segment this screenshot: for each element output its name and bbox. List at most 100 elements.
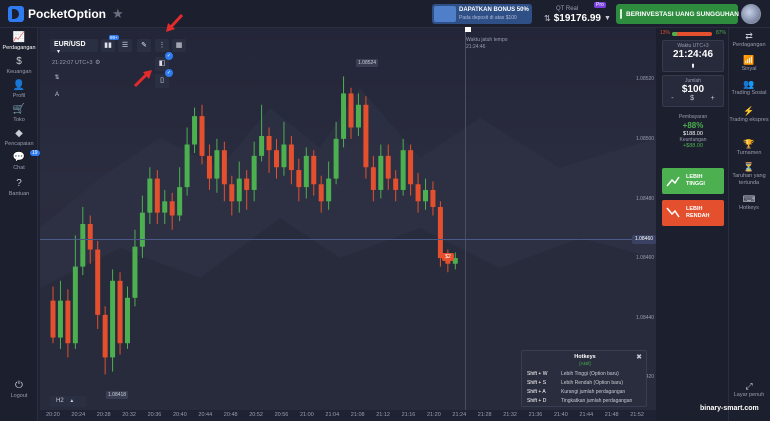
lower-button[interactable]: LEBIH RENDAH — [662, 200, 724, 226]
promo-image — [434, 6, 456, 22]
candle-body — [341, 93, 347, 139]
chart-type-button[interactable]: ▮▮ — [101, 39, 115, 52]
hotkey-desc: Lebih Rendah (Option baru) — [561, 380, 623, 386]
fullscreen-icon: ⤢ — [745, 381, 753, 391]
timeframe-toggle-button[interactable]: ⇅ — [51, 73, 63, 84]
timeframe-selector[interactable]: H2 ▲ — [50, 396, 86, 407]
time-axis-label: 21:28 — [477, 412, 492, 418]
sidebar-item-logout[interactable]: ⏻ Logout — [0, 380, 38, 399]
candle-body — [125, 297, 130, 344]
amount-decrease-button[interactable]: - — [671, 95, 673, 102]
sidebar-item-pencapaian[interactable]: ◆ Pencapaian — [0, 128, 38, 147]
deposit-button[interactable]: BERINVESTASI UANG SUNGGUHAN — [616, 4, 739, 24]
candle-icon: ◧ — [158, 60, 166, 67]
candle-body — [192, 116, 198, 145]
candle-body — [221, 150, 227, 185]
drawing-button[interactable]: ✎ — [137, 39, 151, 52]
expiry-time-field[interactable]: Waktu UTC+3 21:24:46 ▮ — [662, 40, 724, 72]
candle-body — [214, 150, 220, 179]
candle-body — [87, 224, 93, 250]
amount-increase-button[interactable]: + — [711, 95, 715, 102]
label-a-button[interactable]: A — [51, 90, 63, 101]
sidebar-item-label: Toko — [13, 117, 25, 123]
chart-settings-gear-icon[interactable]: ⚙ — [95, 59, 100, 66]
candle-body — [80, 224, 86, 267]
sidebar-item-profil[interactable]: 👤 Profil — [0, 80, 38, 99]
higher-button[interactable]: LEBIH TINGGI — [662, 168, 724, 194]
hotkeys-title: Hotkeys — [574, 354, 596, 360]
amount-field[interactable]: Jumlah $100 - $ + — [662, 75, 724, 107]
time-axis-label: 21:32 — [503, 412, 517, 418]
time-axis-label: 21:36 — [528, 412, 543, 418]
sidebar-item-label: Trading Sosial — [731, 90, 767, 96]
asset-selector[interactable]: EUR/USD ▼ — [50, 39, 98, 55]
indicators-button[interactable]: ⋮ — [155, 39, 169, 52]
price-axis-label: 1.08440 — [636, 315, 655, 321]
sidebar-item-trading-ekspres[interactable]: ⚡ Trading ekspres — [728, 106, 770, 124]
favorite-star-icon[interactable]: ★ — [112, 6, 124, 22]
time-axis-label: 21:00 — [300, 412, 314, 418]
sidebar-item-bantuan[interactable]: ? Bantuan — [0, 178, 38, 197]
currency-button[interactable]: $ — [690, 95, 694, 102]
sidebar-item-perdagangan[interactable]: ⇄ Perdagangan — [728, 31, 770, 49]
candle-body — [400, 150, 406, 190]
higher-label-2: TINGGI — [686, 181, 705, 187]
avatar[interactable] — [741, 4, 761, 24]
close-icon[interactable]: ✖ — [636, 353, 642, 361]
current-price-label: 1.08460 — [632, 235, 656, 244]
wallet-icon — [620, 9, 622, 19]
candle-body — [318, 184, 324, 202]
hotkey-desc: Tingkatkan jumlah perdagangan — [561, 398, 633, 404]
sidebar-item-label: Trading ekspres — [729, 117, 769, 123]
sidebar-item-keuangan[interactable]: $ Keuangan — [0, 56, 38, 75]
payout-info: Pembayaran +88% $188.00 Keuntungan +$88.… — [662, 114, 724, 149]
candle-body — [177, 187, 183, 216]
candle-body — [102, 314, 108, 358]
promo-banner[interactable]: DAPATKAN BONUS 50% Pada deposit di atas … — [432, 4, 532, 24]
hotkey-key: Shift + W — [527, 371, 548, 377]
sidebar-item-turnamen[interactable]: 🏆 Turnamen — [728, 139, 770, 157]
hotkey-key: Shift + S — [527, 380, 547, 386]
sidebar-item-layar-penuh[interactable]: ⤢ Layar penuh — [728, 381, 770, 399]
sidebar-item-label: Chat — [13, 165, 25, 171]
time-axis-label: 21:04 — [325, 412, 340, 418]
time-axis-label: 20:36 — [147, 412, 162, 418]
sidebar-item-sinyal[interactable]: 📶 Sinyal — [728, 55, 770, 73]
time-axis-label: 20:52 — [249, 412, 263, 418]
layout-button[interactable]: ▦ — [172, 39, 186, 52]
lower-label: LEBIH — [686, 206, 703, 212]
trading-icon: ⇄ — [745, 31, 753, 41]
sidebar-item-trading-sosial[interactable]: 👥 Trading Sosial — [728, 79, 770, 97]
candle-body — [57, 300, 63, 338]
sidebar-item-label: Sinyal — [741, 66, 757, 72]
price-axis-label: 1.08500 — [636, 136, 655, 142]
asset-name: EUR/USD — [54, 41, 86, 48]
sidebar-item-taruhan-tertunda[interactable]: ⏳ Taruhan yang tertunda — [728, 162, 770, 187]
annotation-arrow — [166, 13, 184, 32]
expiry-caption: Waktu jatuh tempo — [466, 37, 508, 43]
letter-a-icon: A — [54, 92, 59, 98]
logo[interactable]: PocketOption — [8, 6, 106, 22]
sliders-icon: ☰ — [121, 42, 129, 49]
candle-body — [348, 93, 354, 128]
higher-label: LEBIH — [686, 174, 703, 180]
candle-body — [288, 144, 294, 171]
hotkey-desc: Kurangi jumlah perdagangan — [561, 389, 626, 395]
sidebar-item-toko[interactable]: 🛒 Toko — [0, 104, 38, 123]
sentiment-down-pct: 13% — [660, 30, 671, 36]
pocketoption-logo-icon — [8, 6, 24, 22]
settings-button[interactable]: ☰ — [118, 39, 132, 52]
sidebar-item-perdagangan[interactable]: 📈 Perdagangan — [0, 32, 38, 51]
dollar-icon: $ — [16, 56, 22, 67]
hotkeys-popup: Hotkeys [Aktif] ✖ Shift + W Lebih Tinggi … — [521, 350, 647, 407]
candle-body — [117, 280, 123, 344]
price-axis-label: 1.08520 — [636, 76, 655, 82]
payout-caption: Pembayaran — [678, 114, 708, 120]
sidebar-item-hotkeys[interactable]: ⌨ Hotkeys — [728, 194, 770, 212]
time-axis-label: 21:16 — [401, 412, 416, 418]
pending-icon: ⏳ — [743, 162, 755, 172]
candle-body — [244, 178, 250, 190]
trade-amount-tag[interactable]: $2 — [442, 253, 454, 261]
candle-body — [370, 167, 376, 190]
grid-icon: ▦ — [175, 42, 183, 49]
